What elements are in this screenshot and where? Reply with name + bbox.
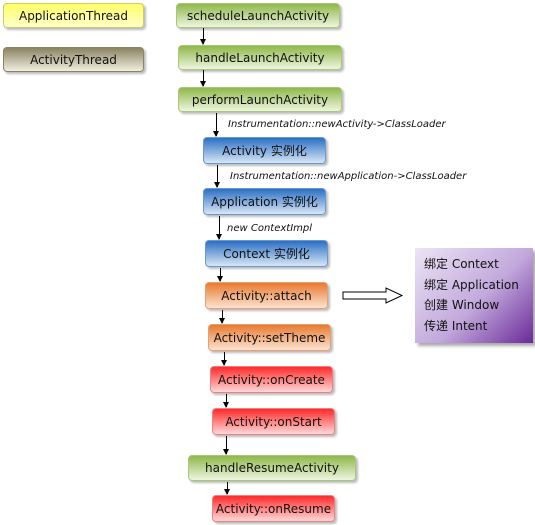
edge-label-new-application: Instrumentation::newApplication->ClassLo… [230,171,467,182]
step-schedule-launch-activity: scheduleLaunchActivity [176,3,340,28]
step-context-instantiate: Context 实例化 [205,240,328,267]
arrow [213,113,219,137]
note-line: 传递 Intent [424,318,488,333]
note-line: 绑定 Context [424,257,499,271]
arrow [200,70,206,87]
step-activity-attach: Activity::attach [205,282,328,309]
step-activity-instantiate: Activity 实例化 [203,137,326,164]
arrow [200,28,206,45]
step-perform-launch-activity: performLaunchActivity [178,87,342,112]
step-activity-set-theme: Activity::setTheme [208,324,331,351]
note-line: 创建 Window [424,298,500,312]
edge-label-new-activity: Instrumentation::newActivity->ClassLoade… [228,119,446,130]
note-line: 绑定 Application [424,277,519,292]
arrow [221,352,227,366]
step-handle-launch-activity: handleLaunchActivity [178,45,342,70]
step-application-instantiate: Application 实例化 [203,188,326,215]
hollow-arrow-icon [342,287,404,304]
arrow [223,436,229,455]
legend-activity-thread: ActivityThread [3,47,144,72]
step-activity-on-resume: Activity::onResume [212,495,335,522]
step-handle-resume-activity: handleResumeActivity [188,455,356,481]
step-activity-on-start: Activity::onStart [212,408,335,435]
legend-application-thread: ApplicationThread [3,3,144,28]
edge-label-new-context-impl: new ContextImpl [227,223,313,234]
arrow [216,216,222,240]
arrow [223,394,229,408]
arrow [224,482,230,495]
step-activity-on-create: Activity::onCreate [210,366,333,393]
arrow [217,268,223,282]
attach-note: 绑定 Context 绑定 Application 创建 Window 传递 I… [415,248,533,343]
arrow [219,310,225,324]
arrow [214,165,220,188]
